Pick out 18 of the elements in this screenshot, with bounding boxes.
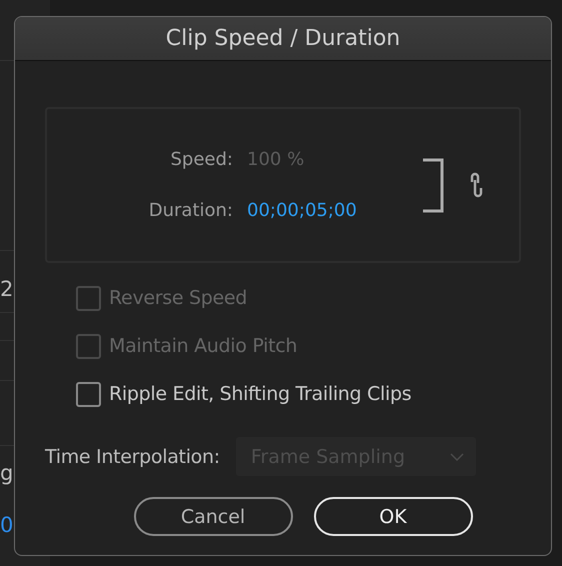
ok-button[interactable]: OK (314, 497, 472, 536)
field-label: Speed: (170, 149, 233, 170)
text-fragment: 2 (0, 276, 14, 302)
link-icon[interactable] (470, 172, 483, 198)
checkbox-label: Maintain Audio Pitch (109, 335, 298, 357)
checkbox[interactable] (76, 382, 101, 406)
bracket-icon (423, 158, 444, 212)
text-fragment: 0 (0, 512, 14, 538)
chevron-icon (450, 452, 464, 460)
cancel-button[interactable]: Cancel (134, 497, 292, 536)
duration-value[interactable]: 00;00;05;00 (247, 200, 357, 221)
text-fragment: g (0, 460, 14, 486)
checkbox-label: Ripple Edit, Shifting Trailing Clips (109, 383, 412, 405)
field-label: Time Interpolation: (45, 446, 220, 468)
dialog-title: Clip Speed / Duration (15, 17, 551, 61)
field-label: Duration: (148, 200, 233, 221)
checkbox-label: Reverse Speed (109, 287, 248, 309)
speed-value: 100 % (247, 149, 306, 170)
